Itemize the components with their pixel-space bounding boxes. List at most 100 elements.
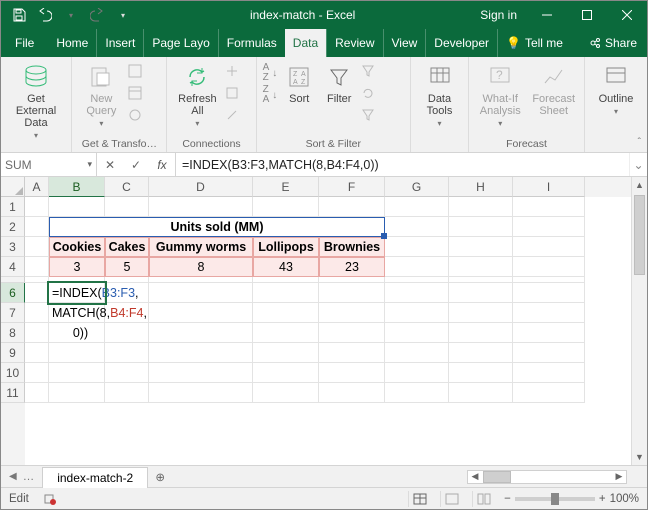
cell[interactable] — [385, 237, 449, 257]
cancel-formula-button[interactable]: ✕ — [97, 158, 123, 172]
save-icon[interactable] — [7, 3, 31, 27]
cell[interactable] — [25, 343, 49, 363]
cell[interactable] — [25, 217, 49, 237]
cell[interactable] — [25, 383, 49, 403]
split-handle[interactable] — [631, 466, 647, 487]
cell[interactable] — [105, 323, 149, 343]
vertical-scrollbar[interactable]: ▲ ▼ — [631, 177, 647, 465]
cell[interactable] — [385, 323, 449, 343]
cell[interactable] — [149, 303, 253, 323]
qat-dropdown-icon[interactable]: ▾ — [59, 3, 83, 27]
cell[interactable] — [319, 303, 385, 323]
tab-data[interactable]: Data — [285, 29, 326, 57]
cell-value[interactable]: 3 — [49, 257, 105, 277]
cell[interactable] — [105, 343, 149, 363]
scroll-thumb[interactable] — [634, 195, 645, 275]
cell[interactable] — [513, 283, 585, 303]
sort-desc-button[interactable]: ZA↓ — [263, 85, 278, 105]
row-header-10[interactable]: 10 — [1, 363, 25, 383]
row-header-4[interactable]: 4 — [1, 257, 25, 277]
row-header-7[interactable]: 7 — [1, 303, 25, 323]
select-all-corner[interactable] — [1, 177, 25, 197]
zoom-in-icon[interactable]: + — [599, 493, 606, 505]
scroll-left-icon[interactable]: ◀ — [468, 471, 482, 482]
sheet-tab-overflow[interactable]: … — [23, 471, 35, 483]
name-box-dropdown-icon[interactable]: ▾ — [87, 159, 92, 170]
cell[interactable] — [385, 343, 449, 363]
macro-record-icon[interactable] — [43, 492, 57, 506]
tab-review[interactable]: Review — [326, 29, 382, 57]
cell[interactable] — [449, 197, 513, 217]
cell[interactable] — [25, 237, 49, 257]
column-header-E[interactable]: E — [253, 177, 319, 197]
cell[interactable] — [449, 283, 513, 303]
cell[interactable] — [513, 217, 585, 237]
cell[interactable] — [385, 383, 449, 403]
get-external-data-button[interactable]: Get External Data ▾ — [7, 61, 65, 140]
cell[interactable] — [319, 383, 385, 403]
cells-grid[interactable]: Units sold (MM)CookiesCakesGummy wormsLo… — [25, 197, 631, 465]
cell-header[interactable]: Brownies — [319, 237, 385, 257]
cell[interactable] — [49, 363, 105, 383]
maximize-button[interactable] — [567, 1, 607, 29]
page-layout-view-button[interactable] — [440, 491, 462, 507]
row-header-11[interactable]: 11 — [1, 383, 25, 403]
edit-links-button[interactable] — [225, 105, 239, 125]
cell[interactable] — [319, 343, 385, 363]
cell[interactable] — [385, 363, 449, 383]
scroll-down-icon[interactable]: ▼ — [632, 449, 647, 465]
cell[interactable] — [449, 343, 513, 363]
cell-header[interactable]: Cakes — [105, 237, 149, 257]
cell[interactable] — [449, 217, 513, 237]
sheet-nav[interactable]: ◀ … — [1, 466, 42, 487]
recent-sources-button[interactable] — [128, 105, 142, 125]
undo-icon[interactable] — [33, 3, 57, 27]
cell[interactable] — [513, 383, 585, 403]
horizontal-scrollbar[interactable]: ◀ ▶ — [172, 466, 631, 487]
sheet-tab-active[interactable]: index-match-2 — [42, 467, 148, 488]
cell[interactable] — [449, 257, 513, 277]
cell[interactable] — [149, 343, 253, 363]
row-header-3[interactable]: 3 — [1, 237, 25, 257]
cell[interactable] — [513, 303, 585, 323]
cell[interactable] — [449, 363, 513, 383]
cell[interactable] — [25, 303, 49, 323]
row-header-1[interactable]: 1 — [1, 197, 25, 217]
data-tools-button[interactable]: Data Tools ▾ — [417, 61, 462, 128]
cell-value[interactable]: 5 — [105, 257, 149, 277]
filter-button[interactable]: Filter — [321, 61, 357, 105]
tell-me[interactable]: 💡 Tell me — [497, 29, 571, 57]
tab-view[interactable]: View — [383, 29, 426, 57]
cell[interactable] — [513, 343, 585, 363]
cell[interactable] — [253, 383, 319, 403]
cell[interactable] — [385, 217, 449, 237]
row-header-8[interactable]: 8 — [1, 323, 25, 343]
cell[interactable] — [149, 323, 253, 343]
hscroll-thumb[interactable] — [483, 471, 511, 483]
zoom-out-icon[interactable]: − — [504, 493, 511, 505]
reapply-button[interactable] — [361, 83, 375, 103]
cell[interactable] — [319, 363, 385, 383]
add-sheet-button[interactable]: ⊕ — [148, 466, 172, 487]
qat-customise-icon[interactable]: ▾ — [111, 3, 135, 27]
collapse-ribbon-icon[interactable]: ˆ — [638, 137, 641, 148]
close-button[interactable] — [607, 1, 647, 29]
redo-icon[interactable] — [85, 3, 109, 27]
prev-sheet-icon[interactable]: ◀ — [9, 471, 17, 482]
column-header-F[interactable]: F — [319, 177, 385, 197]
zoom-slider[interactable] — [515, 497, 595, 501]
tab-page-layout[interactable]: Page Layo — [143, 29, 217, 57]
cell-value[interactable]: 8 — [149, 257, 253, 277]
cell[interactable] — [253, 323, 319, 343]
cell[interactable] — [49, 383, 105, 403]
fx-icon[interactable]: fx — [149, 158, 175, 172]
refresh-all-button[interactable]: Refresh All ▾ — [173, 61, 221, 128]
tab-formulas[interactable]: Formulas — [218, 29, 285, 57]
name-box[interactable]: ▾ — [1, 153, 97, 176]
cell[interactable] — [449, 323, 513, 343]
new-query-button[interactable]: New Query ▾ — [78, 61, 124, 128]
page-break-view-button[interactable] — [472, 491, 494, 507]
tab-insert[interactable]: Insert — [96, 29, 143, 57]
cell[interactable] — [385, 283, 449, 303]
column-header-A[interactable]: A — [25, 177, 49, 197]
